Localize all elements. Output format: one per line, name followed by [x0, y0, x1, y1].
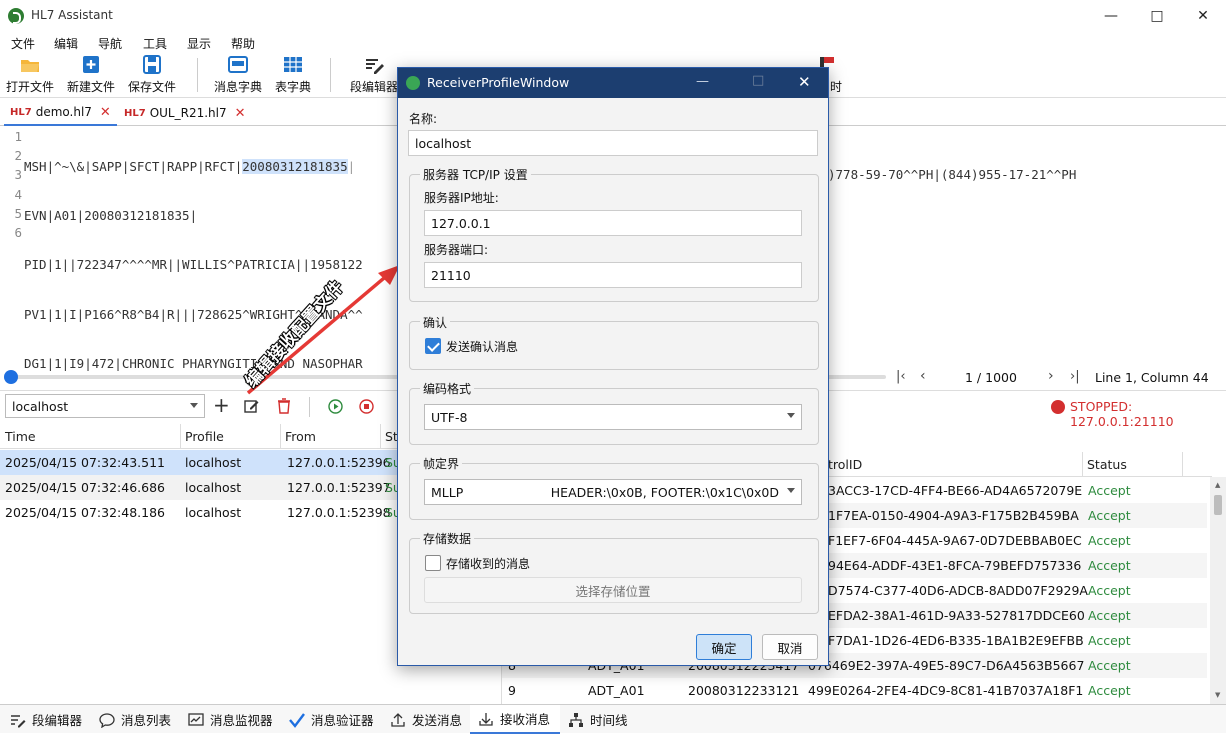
- close-tab-icon[interactable]: ✕: [235, 106, 246, 121]
- minimize-button[interactable]: —: [1088, 0, 1134, 32]
- server-ip-input[interactable]: 127.0.0.1: [424, 210, 802, 236]
- title-bar: HL7 Assistant — □ ✕: [0, 0, 1226, 32]
- chat-icon: [99, 712, 115, 728]
- chevron-down-icon: [190, 403, 198, 408]
- table-row[interactable]: 2025/04/15 07:32:43.511 localhost 127.0.…: [0, 450, 401, 475]
- menu-bar: 文件 编辑 导航 工具 显示 帮助: [0, 32, 1226, 52]
- tab-send-message[interactable]: 发送消息: [390, 705, 462, 734]
- tcp-group-label: 服务器 TCP/IP 设置: [420, 166, 531, 183]
- store-messages-label: 存储收到的消息: [446, 557, 531, 571]
- app-logo-icon: [8, 8, 24, 24]
- first-page-icon[interactable]: |‹: [896, 369, 906, 384]
- ack-group-label: 确认: [420, 314, 451, 331]
- ok-button[interactable]: 确定: [696, 634, 752, 660]
- segment-editor-button[interactable]: 段编辑器: [346, 52, 402, 98]
- segment-edit-icon: [11, 714, 26, 727]
- folder-open-icon: [21, 60, 39, 72]
- editor-line: MSH|^~\&|SAPP|SFCT|RAPP|RFCT|20080312181…: [24, 159, 356, 174]
- dialog-maximize-button: □: [752, 73, 765, 88]
- window-title: HL7 Assistant: [31, 8, 113, 22]
- name-input[interactable]: localhost: [408, 130, 818, 156]
- table-row[interactable]: 2025/04/15 07:32:46.686 localhost 127.0.…: [0, 475, 401, 500]
- dialog-close-button[interactable]: ✕: [798, 73, 811, 91]
- encoding-group-label: 编码格式: [420, 380, 475, 397]
- close-button[interactable]: ✕: [1180, 0, 1226, 32]
- new-file-button[interactable]: 新建文件: [64, 52, 118, 98]
- toolbar-divider: [197, 58, 198, 92]
- port-label: 服务器端口:: [424, 243, 489, 257]
- server-port-input[interactable]: 21110: [424, 262, 802, 288]
- dialog-minimize-button[interactable]: —: [696, 74, 709, 89]
- encoding-select[interactable]: UTF-8: [424, 404, 802, 430]
- cursor-position: Line 1, Column 44: [1095, 370, 1209, 385]
- add-file-icon: [83, 56, 99, 73]
- tab-timeline[interactable]: 时间线: [568, 705, 628, 734]
- network-icon: [569, 712, 583, 727]
- store-messages-checkbox[interactable]: [425, 555, 441, 571]
- monitor-icon: [188, 712, 204, 726]
- menu-tools[interactable]: 工具: [143, 35, 167, 52]
- segment-edit-icon: [366, 59, 384, 74]
- hl7-dictionary-icon: [228, 56, 248, 73]
- save-file-button[interactable]: 保存文件: [125, 52, 179, 98]
- add-profile-icon[interactable]: +: [213, 393, 230, 417]
- message-slider-handle[interactable]: [4, 370, 18, 384]
- menu-file[interactable]: 文件: [11, 35, 35, 52]
- profile-select[interactable]: localhost: [5, 394, 205, 418]
- stopped-status-icon: [1051, 400, 1065, 414]
- message-dictionary-button[interactable]: 消息字典: [210, 52, 266, 98]
- send-ack-label: 发送确认消息: [446, 340, 519, 354]
- menu-navigate[interactable]: 导航: [98, 35, 122, 52]
- tab-message-monitor[interactable]: 消息监视器: [188, 705, 273, 734]
- close-tab-icon[interactable]: ✕: [100, 105, 111, 120]
- download-icon: [479, 712, 493, 726]
- table-dictionary-button[interactable]: 表字典: [270, 52, 316, 98]
- page-indicator: 1 / 1000: [965, 370, 1017, 385]
- editor-line: EVN|A01|20080312181835|: [24, 208, 198, 224]
- open-file-button[interactable]: 打开文件: [3, 52, 57, 98]
- received-list: Time Profile From St 2025/04/15 07:32:43…: [0, 424, 401, 702]
- check-icon: [289, 712, 305, 728]
- chevron-down-icon: [787, 488, 795, 493]
- receiver-profile-dialog: ReceiverProfileWindow — □ ✕ 名称: localhos…: [397, 67, 829, 666]
- frame-delimiter-select[interactable]: MLLP HEADER:\0x0B, FOOTER:\0x1C\0x0D: [424, 479, 802, 505]
- upload-icon: [391, 712, 405, 727]
- table-icon: [284, 57, 302, 72]
- selected-text: 20080312181835: [242, 159, 348, 174]
- vertical-scrollbar[interactable]: ▲ ▼: [1210, 477, 1226, 704]
- frame-group-label: 帧定界: [420, 455, 463, 472]
- receiver-status: STOPPED: 127.0.0.1:21110: [1070, 399, 1174, 429]
- menu-edit[interactable]: 编辑: [54, 35, 78, 52]
- tab-oul-r21[interactable]: HL7 OUL_R21.hl7 ✕: [118, 100, 252, 126]
- app-logo-icon: [406, 76, 420, 90]
- tab-message-list[interactable]: 消息列表: [99, 705, 171, 734]
- table-row[interactable]: 9 ADT_A01 20080312233121 499E0264-2FE4-4DC9…: [502, 678, 1207, 703]
- name-label: 名称:: [409, 112, 438, 126]
- next-page-icon[interactable]: ›: [1048, 368, 1054, 384]
- bottom-panel-tabs: 段编辑器 消息列表 消息监视器 消息验证器 发送消息 接收消息 时间线: [0, 704, 1226, 734]
- choose-storage-button[interactable]: 选择存储位置: [424, 577, 802, 603]
- table-header: Time Profile From St: [0, 424, 400, 449]
- menu-help[interactable]: 帮助: [231, 35, 255, 52]
- prev-page-icon[interactable]: ‹: [920, 368, 926, 384]
- save-icon: [143, 55, 161, 74]
- store-group-label: 存储数据: [420, 530, 475, 547]
- tab-demo[interactable]: HL7 demo.hl7 ✕: [4, 100, 117, 126]
- maximize-button[interactable]: □: [1134, 0, 1180, 32]
- menu-view[interactable]: 显示: [187, 35, 211, 52]
- last-page-icon[interactable]: ›|: [1070, 369, 1080, 384]
- tab-receive-message[interactable]: 接收消息: [470, 705, 560, 734]
- dialog-title-bar: ReceiverProfileWindow — □ ✕: [398, 68, 828, 98]
- ip-label: 服务器IP地址:: [424, 191, 499, 205]
- tab-message-validator[interactable]: 消息验证器: [289, 705, 374, 734]
- tab-segment-editor[interactable]: 段编辑器: [10, 705, 82, 734]
- dialog-title: ReceiverProfileWindow: [427, 75, 570, 90]
- line-number-gutter: 1 2 3 4 5 6: [14, 129, 22, 240]
- chevron-down-icon: [787, 413, 795, 418]
- toolbar-divider: [330, 58, 331, 92]
- cancel-button[interactable]: 取消: [762, 634, 818, 660]
- editor-line-overflow: )778-59-70^^PH|(844)955-17-21^^PH: [828, 167, 1077, 183]
- send-ack-checkbox[interactable]: [425, 338, 441, 354]
- table-row[interactable]: 2025/04/15 07:32:48.186 localhost 127.0.…: [0, 500, 401, 525]
